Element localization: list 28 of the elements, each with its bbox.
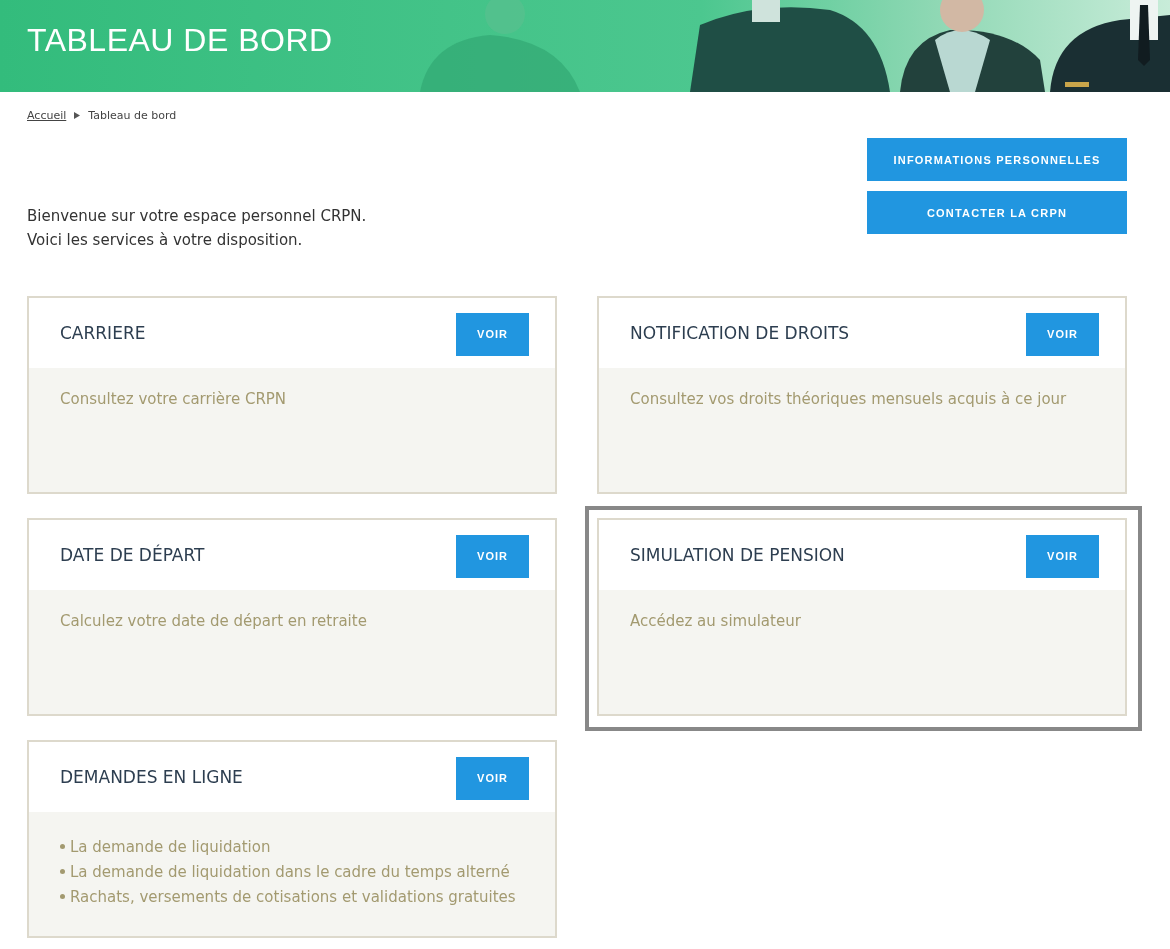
card-title: DATE DE DÉPART (60, 545, 205, 565)
triangle-icon (74, 111, 81, 119)
card-title: SIMULATION DE PENSION (630, 545, 845, 565)
welcome-text: Voici les services à votre disposition. (27, 230, 304, 251)
list-link[interactable]: La demande de liquidation (70, 837, 271, 856)
welcome-text: Bienvenue sur votre espace personnel CRPN. (27, 206, 367, 227)
card-title: CARRIERE (60, 323, 146, 343)
view-button[interactable]: VOIR (456, 756, 529, 800)
bullet-icon (60, 844, 65, 849)
card-description: Consultez votre carrière CRPN (60, 390, 288, 408)
action-button[interactable]: INFORMATIONS PERSONNELLES (867, 138, 1127, 181)
view-button[interactable]: VOIR (456, 534, 529, 578)
page-title: TABLEAU DE BORD (27, 22, 333, 59)
bullet-icon (60, 869, 65, 874)
card-description: Consultez vos droits théoriques mensuels acquis à ce jour (630, 390, 1068, 408)
action-button[interactable]: CONTACTER LA CRPN (867, 191, 1127, 234)
card-title: DEMANDES EN LIGNE (60, 767, 243, 787)
view-button[interactable]: VOIR (1026, 534, 1099, 578)
breadcrumb-current: Tableau de bord (88, 108, 177, 122)
card-description: Calculez votre date de départ en retraite (60, 612, 368, 630)
view-button[interactable]: VOIR (456, 312, 529, 356)
list-link[interactable]: Rachats, versements de cotisations et validations gratuites (70, 887, 516, 906)
card-description: Accédez au simulateur (630, 612, 802, 630)
breadcrumb-link[interactable]: Accueil (27, 108, 67, 122)
view-button[interactable]: VOIR (1026, 312, 1099, 356)
list-link[interactable]: La demande de liquidation dans le cadre du temps alterné (70, 862, 510, 881)
card-title: NOTIFICATION DE DROITS (630, 323, 850, 343)
bullet-icon (60, 894, 65, 899)
